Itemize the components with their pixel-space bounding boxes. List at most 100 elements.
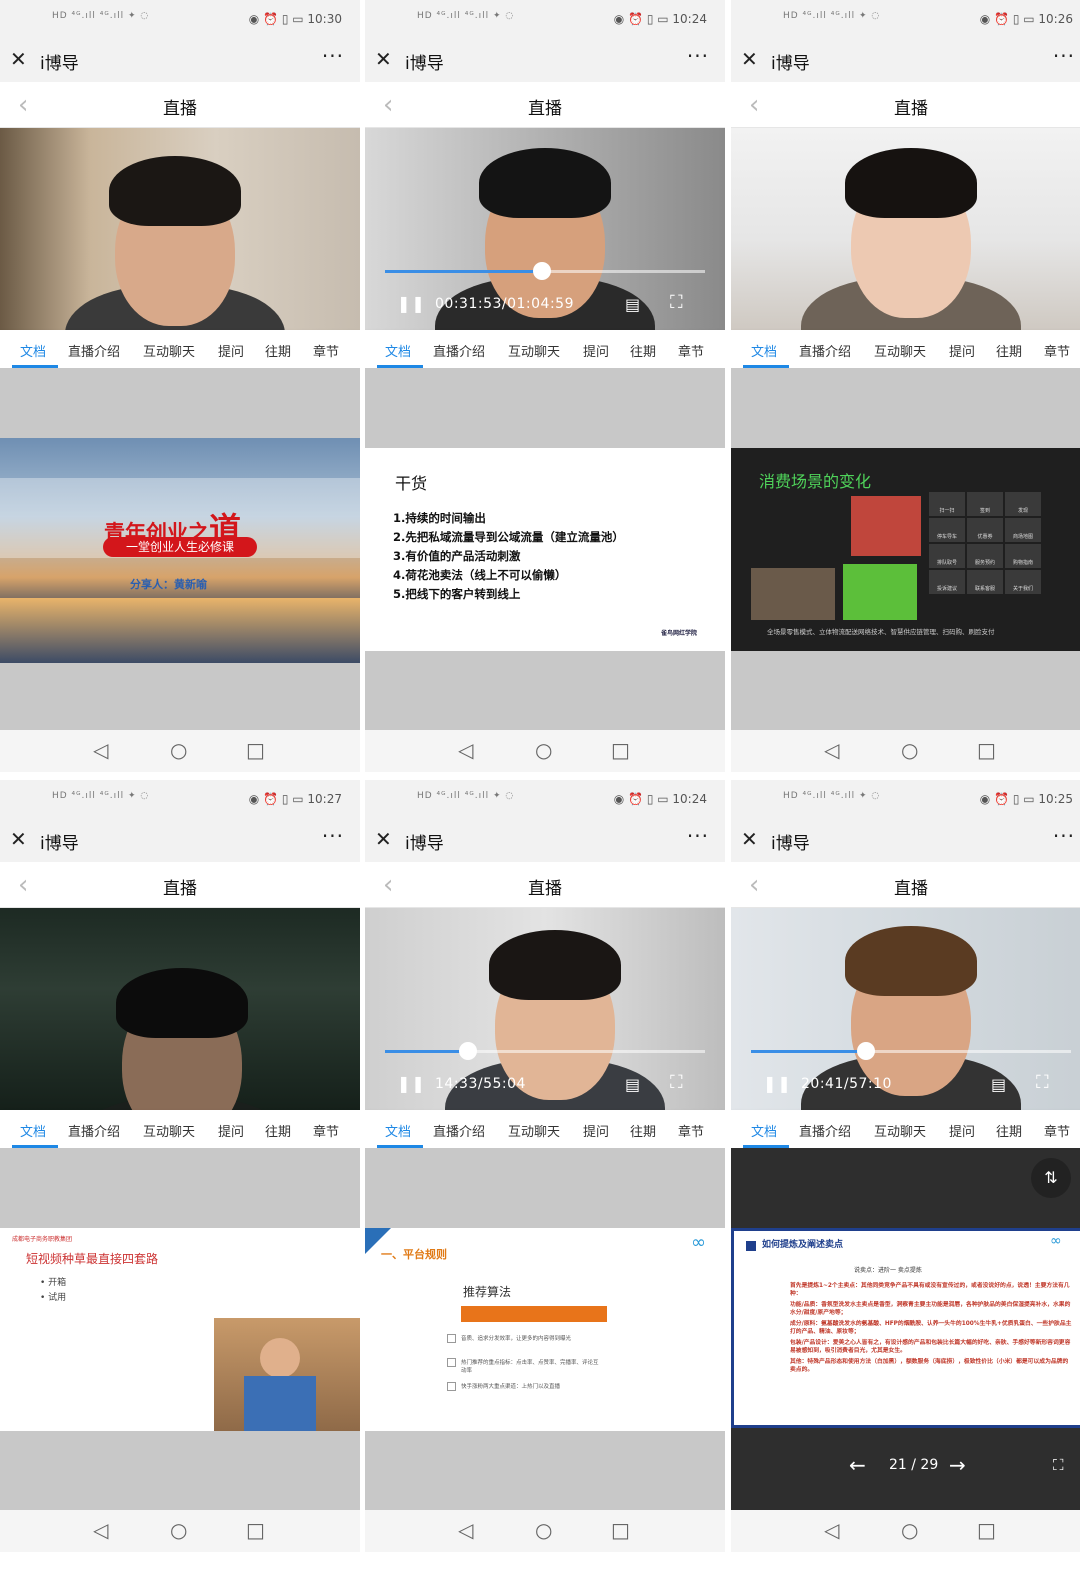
progress-knob[interactable]: [857, 1042, 876, 1060]
tab-chapter[interactable]: 章节: [678, 1121, 704, 1140]
tab-past[interactable]: 往期: [265, 1121, 291, 1140]
fullscreen-icon[interactable]: ⛶: [670, 1072, 683, 1093]
tab-doc[interactable]: 文档: [385, 341, 411, 360]
nav-back-icon[interactable]: ◁: [93, 738, 108, 762]
document-viewer[interactable]: 干货 1.持续的时间输出 2.先把私域流量导到公域流量（建立流量池） 3.有价值的产…: [365, 368, 725, 730]
tab-past[interactable]: 往期: [630, 341, 656, 360]
tab-question[interactable]: 提问: [949, 341, 975, 360]
video-player[interactable]: [0, 908, 360, 1110]
nav-home-icon[interactable]: ○: [535, 738, 552, 762]
next-page-icon[interactable]: →: [949, 1453, 966, 1477]
tab-doc[interactable]: 文档: [751, 1121, 777, 1140]
tab-doc[interactable]: 文档: [385, 1121, 411, 1140]
nav-back-icon[interactable]: ◁: [93, 1518, 108, 1542]
video-player[interactable]: [731, 128, 1080, 330]
more-icon[interactable]: ···: [322, 824, 344, 848]
nav-home-icon[interactable]: ○: [170, 738, 187, 762]
document-viewer[interactable]: ⇅ 如何提炼及阐述卖点 ∞ 说卖点：进阶一 卖点提炼 首先是提炼1~2个主卖点：…: [731, 1148, 1080, 1510]
nav-home-icon[interactable]: ○: [170, 1518, 187, 1542]
close-icon[interactable]: ✕: [10, 827, 27, 851]
more-icon[interactable]: ···: [322, 44, 344, 68]
close-icon[interactable]: ✕: [741, 827, 758, 851]
danmaku-icon[interactable]: ▤: [625, 295, 640, 314]
tab-chapter[interactable]: 章节: [313, 1121, 339, 1140]
tab-chapter[interactable]: 章节: [1044, 341, 1070, 360]
close-icon[interactable]: ✕: [375, 47, 392, 71]
progress-knob[interactable]: [459, 1042, 478, 1060]
app-titlebar: ✕ i博导 ···: [0, 38, 360, 82]
video-player[interactable]: ❚❚ 14:33/55:04 ▤ ⛶: [365, 908, 725, 1110]
more-icon[interactable]: ···: [1053, 44, 1075, 68]
nav-home-icon[interactable]: ○: [901, 1518, 918, 1542]
tab-chapter[interactable]: 章节: [678, 341, 704, 360]
danmaku-icon[interactable]: ▤: [625, 1075, 640, 1094]
nav-back-icon[interactable]: ◁: [824, 1518, 839, 1542]
document-viewer[interactable]: 一、平台规则 ∞ 推荐算法 音质、追求分发效率，让更多的内容得到曝光 热门推荐的重…: [365, 1148, 725, 1510]
nav-recent-icon[interactable]: □: [977, 1518, 996, 1542]
tab-chat[interactable]: 互动聊天: [143, 1121, 195, 1140]
tab-doc[interactable]: 文档: [20, 341, 46, 360]
tab-past[interactable]: 往期: [630, 1121, 656, 1140]
tab-intro[interactable]: 直播介绍: [799, 341, 851, 360]
tab-chat[interactable]: 互动聊天: [508, 1121, 560, 1140]
nav-recent-icon[interactable]: □: [611, 1518, 630, 1542]
tab-chat[interactable]: 互动聊天: [874, 341, 926, 360]
nav-recent-icon[interactable]: □: [246, 738, 265, 762]
doc-fullscreen-icon[interactable]: ⛶: [1053, 1456, 1064, 1474]
tab-chat[interactable]: 互动聊天: [143, 341, 195, 360]
tab-past[interactable]: 往期: [996, 1121, 1022, 1140]
close-icon[interactable]: ✕: [375, 827, 392, 851]
tab-chapter[interactable]: 章节: [313, 341, 339, 360]
fullscreen-icon[interactable]: ⛶: [1036, 1072, 1049, 1093]
close-icon[interactable]: ✕: [741, 47, 758, 71]
tab-intro[interactable]: 直播介绍: [799, 1121, 851, 1140]
progress-track[interactable]: [751, 1042, 1071, 1060]
progress-knob[interactable]: [532, 262, 551, 280]
tab-question[interactable]: 提问: [583, 1121, 609, 1140]
more-icon[interactable]: ···: [687, 824, 709, 848]
progress-track[interactable]: [385, 262, 705, 280]
tab-past[interactable]: 往期: [265, 341, 291, 360]
nav-back-icon[interactable]: ◁: [824, 738, 839, 762]
video-player[interactable]: ❚❚ 00:31:53/01:04:59 ▤ ⛶: [365, 128, 725, 330]
progress-track[interactable]: [385, 1042, 705, 1060]
fullscreen-icon[interactable]: ⛶: [670, 292, 683, 313]
system-navigation: ◁ ○ □: [731, 730, 1080, 772]
nav-back-icon[interactable]: ◁: [458, 1518, 473, 1542]
more-icon[interactable]: ···: [687, 44, 709, 68]
nav-recent-icon[interactable]: □: [246, 1518, 265, 1542]
document-viewer[interactable]: 成都电子商务职教集团 短视频种草最直接四套路 • 开箱 • 试用: [0, 1148, 360, 1510]
pause-icon[interactable]: ❚❚: [397, 294, 426, 313]
close-icon[interactable]: ✕: [10, 47, 27, 71]
tab-question[interactable]: 提问: [218, 341, 244, 360]
playback-time: 14:33/55:04: [435, 1076, 526, 1092]
tab-chat[interactable]: 互动聊天: [508, 341, 560, 360]
tab-question[interactable]: 提问: [949, 1121, 975, 1140]
tab-chat[interactable]: 互动聊天: [874, 1121, 926, 1140]
prev-page-icon[interactable]: ←: [849, 1453, 866, 1477]
tab-past[interactable]: 往期: [996, 341, 1022, 360]
tab-doc[interactable]: 文档: [751, 341, 777, 360]
tab-intro[interactable]: 直播介绍: [68, 341, 120, 360]
nav-recent-icon[interactable]: □: [977, 738, 996, 762]
pause-icon[interactable]: ❚❚: [763, 1074, 792, 1093]
swap-icon[interactable]: ⇅: [1031, 1158, 1071, 1198]
nav-home-icon[interactable]: ○: [535, 1518, 552, 1542]
nav-home-icon[interactable]: ○: [901, 738, 918, 762]
nav-recent-icon[interactable]: □: [611, 738, 630, 762]
nav-back-icon[interactable]: ◁: [458, 738, 473, 762]
tab-intro[interactable]: 直播介绍: [433, 341, 485, 360]
pause-icon[interactable]: ❚❚: [397, 1074, 426, 1093]
tab-chapter[interactable]: 章节: [1044, 1121, 1070, 1140]
tab-intro[interactable]: 直播介绍: [68, 1121, 120, 1140]
tab-question[interactable]: 提问: [218, 1121, 244, 1140]
document-viewer[interactable]: 消费场景的变化 扫一扫 签到 发现 停车导车 优惠券 商场地图 排队取号 服务预约 购物指南 投诉…: [731, 368, 1080, 730]
danmaku-icon[interactable]: ▤: [991, 1075, 1006, 1094]
more-icon[interactable]: ···: [1053, 824, 1075, 848]
tab-question[interactable]: 提问: [583, 341, 609, 360]
document-viewer[interactable]: 青年创业之道 一堂创业人生必修课 分享人：黄新喻: [0, 368, 360, 730]
tab-intro[interactable]: 直播介绍: [433, 1121, 485, 1140]
tab-doc[interactable]: 文档: [20, 1121, 46, 1140]
video-player[interactable]: [0, 128, 360, 330]
video-player[interactable]: ❚❚ 20:41/57:10 ▤ ⛶: [731, 908, 1080, 1110]
